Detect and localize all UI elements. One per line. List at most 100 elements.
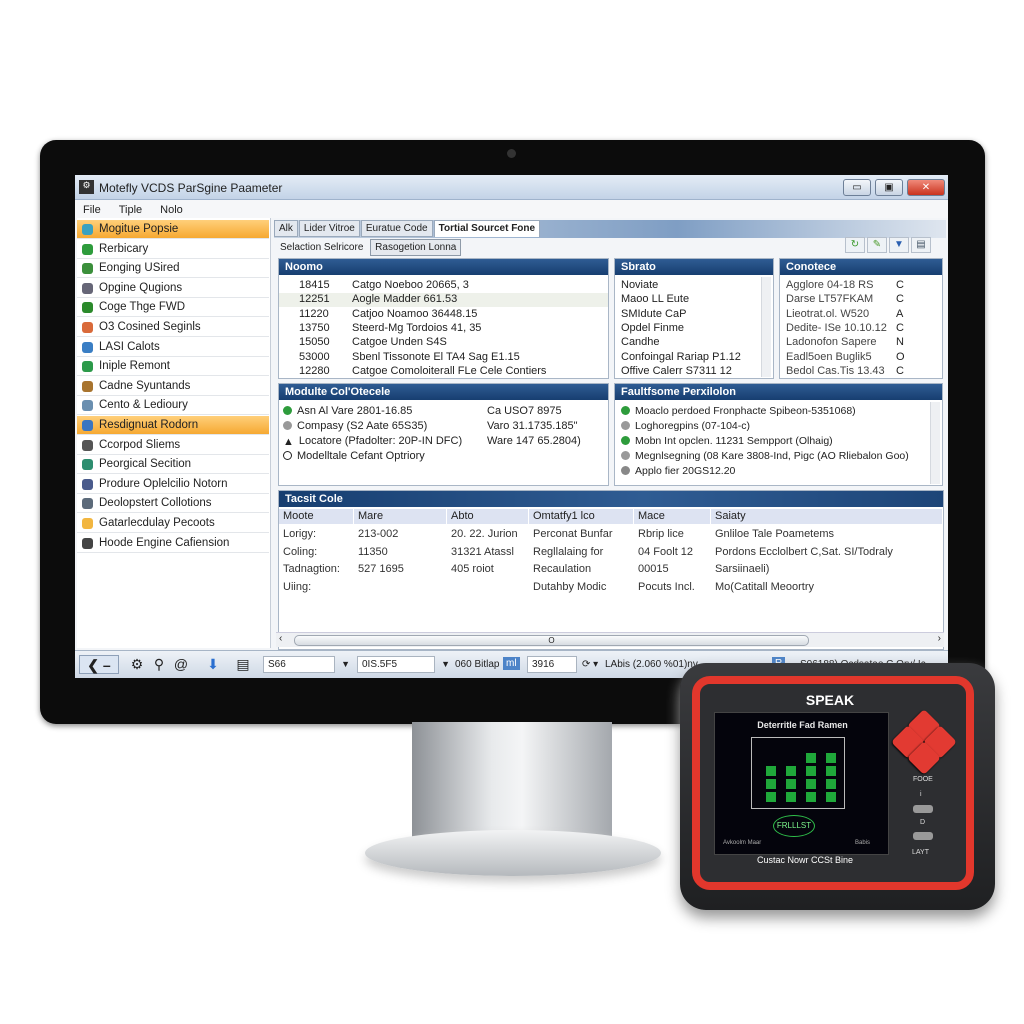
- close-button[interactable]: ✕: [907, 179, 945, 196]
- refresh-icon[interactable]: ↻: [845, 237, 865, 253]
- sidebar-item[interactable]: Eonging USired: [77, 259, 269, 279]
- module-row[interactable]: Compasy (S2 Aate 65S35): [283, 420, 427, 432]
- list-item[interactable]: Ladonofon Sapere: [786, 336, 877, 348]
- sidebar-item[interactable]: Ccorpod Sliems: [77, 436, 269, 455]
- title-bar: ⚙ Motefly VCDS ParSgine Paameter ▭ ▣ ✕: [75, 175, 948, 200]
- spin-box[interactable]: 3916: [527, 656, 577, 673]
- settings-icon[interactable]: ⚙: [127, 655, 147, 674]
- list-item[interactable]: Dedite- ISe 10.10.12: [786, 322, 887, 334]
- list-item[interactable]: Darse LT57FKAM: [786, 293, 873, 305]
- sidebar-item[interactable]: Cento & Ledioury: [77, 396, 269, 416]
- column-header[interactable]: Abto: [447, 509, 529, 524]
- filter-icon[interactable]: ▼: [889, 237, 909, 253]
- list-item[interactable]: Candhe: [621, 336, 660, 348]
- lcd-bar-segment: [766, 779, 776, 789]
- row-name: Aogle Madder 661.53: [352, 293, 458, 306]
- fault-row[interactable]: Mobn Int opclen. 11231 Sempport (Olhaig): [621, 435, 833, 447]
- table-row[interactable]: 11220 Catjoo Noamoo 36448.15: [279, 308, 608, 322]
- column-header[interactable]: Saiaty: [711, 509, 943, 524]
- sidebar-item-icon: [82, 498, 93, 510]
- table-row[interactable]: 15050 Catgoe Unden S4S: [279, 336, 608, 350]
- fault-row[interactable]: Moaclo perdoed Fronphacte Spibeon-535106…: [621, 405, 856, 417]
- module-row[interactable]: Modelltale Cefant Optriory: [283, 450, 425, 462]
- list-item[interactable]: Offive Calerr S7311 12: [621, 365, 732, 377]
- maximize-button[interactable]: ▣: [875, 179, 903, 196]
- sidebar-item[interactable]: Rerbicary: [77, 240, 269, 259]
- combo-2[interactable]: 0IS.5F5 ▼: [357, 656, 450, 673]
- menu-nolo[interactable]: Nolo: [160, 204, 183, 216]
- column-header[interactable]: Mace: [634, 509, 711, 524]
- search-icon[interactable]: ⚲: [149, 655, 169, 674]
- sidebar-item[interactable]: Mogitue Popsie: [77, 220, 269, 239]
- row-id: 13750: [299, 321, 330, 334]
- tab-alk[interactable]: Alk: [274, 220, 298, 237]
- list-item[interactable]: Noviate: [621, 279, 658, 291]
- menu-file[interactable]: File: [83, 204, 101, 216]
- download-icon[interactable]: ⬇: [203, 655, 223, 674]
- horizontal-scrollbar[interactable]: ‹ O ›: [276, 632, 944, 647]
- tool-icon[interactable]: ✎: [867, 237, 887, 253]
- column-header[interactable]: Moote: [279, 509, 354, 524]
- scroll-thumb[interactable]: O: [294, 635, 809, 646]
- sidebar-item[interactable]: Opgine Qugions: [77, 279, 269, 298]
- scroll-left-arrow[interactable]: ‹: [279, 633, 282, 644]
- sidebar-item[interactable]: LASI Calots: [77, 338, 269, 357]
- table-row[interactable]: 12280 Catgoe Comoloiterall FLe Cele Conti…: [279, 365, 608, 379]
- back-button[interactable]: ❮ –: [79, 655, 119, 674]
- minimize-button[interactable]: ▭: [843, 179, 871, 196]
- scanner-button-2[interactable]: [913, 832, 933, 840]
- combo-1[interactable]: S66 ▼: [263, 656, 350, 673]
- list-item[interactable]: Eadl5oen Buglik5: [786, 351, 872, 363]
- sidebar-item[interactable]: Cadne Syuntands: [77, 377, 269, 396]
- subtab-rasogetion[interactable]: Rasogetion Lonna: [370, 239, 462, 256]
- table-header-bar: Tacsit Cole: [279, 491, 943, 507]
- sidebar-item[interactable]: Deolopstert Collotions: [77, 494, 269, 514]
- fault-row[interactable]: Megnlsegning (08 Kare 3808-Ind, Pigc (AO…: [621, 450, 909, 462]
- table-row[interactable]: 13750 Steerd-Mg Tordoios 41, 35: [279, 322, 608, 336]
- fault-scrollbar[interactable]: [930, 402, 940, 484]
- scroll-right-arrow[interactable]: ›: [938, 633, 941, 644]
- list-item[interactable]: Opdel Finme: [621, 322, 684, 334]
- sidebar-item-label: Iniple Remont: [99, 360, 170, 373]
- tab-lider-vitroe[interactable]: Lider Vitroe: [298, 220, 360, 237]
- menu-tiple[interactable]: Tiple: [119, 204, 142, 216]
- table-row[interactable]: 18415 Catgo Noeboo 20665, 3: [279, 279, 608, 293]
- module-row[interactable]: Asn Al Vare 2801-16.85: [283, 405, 412, 417]
- module-row[interactable]: ▲ Locatore (Pfadolter: 20P-IN DFC): [283, 435, 462, 448]
- sidebar-item[interactable]: Coge Thge FWD: [77, 298, 269, 318]
- tab-euratue-code[interactable]: Euratue Code: [360, 220, 433, 237]
- status-dot-icon: [621, 466, 630, 475]
- list-item[interactable]: Maoo LL Eute: [621, 293, 689, 305]
- scanner-button-1[interactable]: [913, 805, 933, 813]
- table-row[interactable]: 12251 Aogle Madder 661.53: [279, 293, 608, 308]
- spin-chevron-icon[interactable]: ⟳ ▾: [582, 659, 598, 670]
- table-row[interactable]: 53000 Sbenl Tissonote El TA4 Sag E1.15: [279, 351, 608, 365]
- list-item[interactable]: SMIdute CaP: [621, 308, 686, 320]
- list-item[interactable]: Bedol Cas.Tis 13.43: [786, 365, 885, 377]
- status-scrollbar[interactable]: [761, 277, 771, 377]
- sidebar-item[interactable]: Peorgical Secition: [77, 455, 269, 475]
- subtab-selection[interactable]: Selaction Selricore: [276, 240, 367, 255]
- tab-tortial-sourcet-fone[interactable]: Tortial Sourcet Fone: [433, 220, 541, 237]
- layout-icon[interactable]: ▤: [233, 655, 253, 674]
- column-header[interactable]: Mare: [354, 509, 447, 524]
- list-item[interactable]: Agglore 04-18 RS: [786, 279, 873, 291]
- fault-panel: Faultfsome Perxilolon Moaclo perdoed Fro…: [614, 383, 943, 486]
- module-panel-header: Modulte Col'Otecele: [279, 384, 608, 400]
- sidebar-item[interactable]: O3 Cosined Seginls: [77, 318, 269, 337]
- sidebar-item[interactable]: Resdignuat Rodorn: [77, 416, 269, 435]
- column-header[interactable]: Omtatfy1 lco: [529, 509, 634, 524]
- table-cell: Lorigy:: [283, 528, 317, 540]
- sidebar-item[interactable]: Produre Oplelcilio Notorn: [77, 475, 269, 494]
- list-item[interactable]: Lieotrat.ol. W520: [786, 308, 869, 320]
- save-icon[interactable]: ▤: [911, 237, 931, 253]
- fault-row[interactable]: Applo fier 20GS12.20: [621, 465, 735, 477]
- at-icon[interactable]: @: [171, 655, 191, 674]
- table-cell: 405 roiot: [451, 563, 494, 575]
- sidebar-item[interactable]: Gatarlecdulay Pecoots: [77, 514, 269, 533]
- fault-row[interactable]: Loghoregpins (07-104-c): [621, 420, 750, 432]
- list-item[interactable]: Confoingal Rariap P1.12: [621, 351, 741, 363]
- sidebar-item[interactable]: Hoode Engine Cafiension: [77, 534, 269, 553]
- sidebar-item[interactable]: Iniple Remont: [77, 357, 269, 377]
- mode-badge[interactable]: ml: [503, 657, 520, 670]
